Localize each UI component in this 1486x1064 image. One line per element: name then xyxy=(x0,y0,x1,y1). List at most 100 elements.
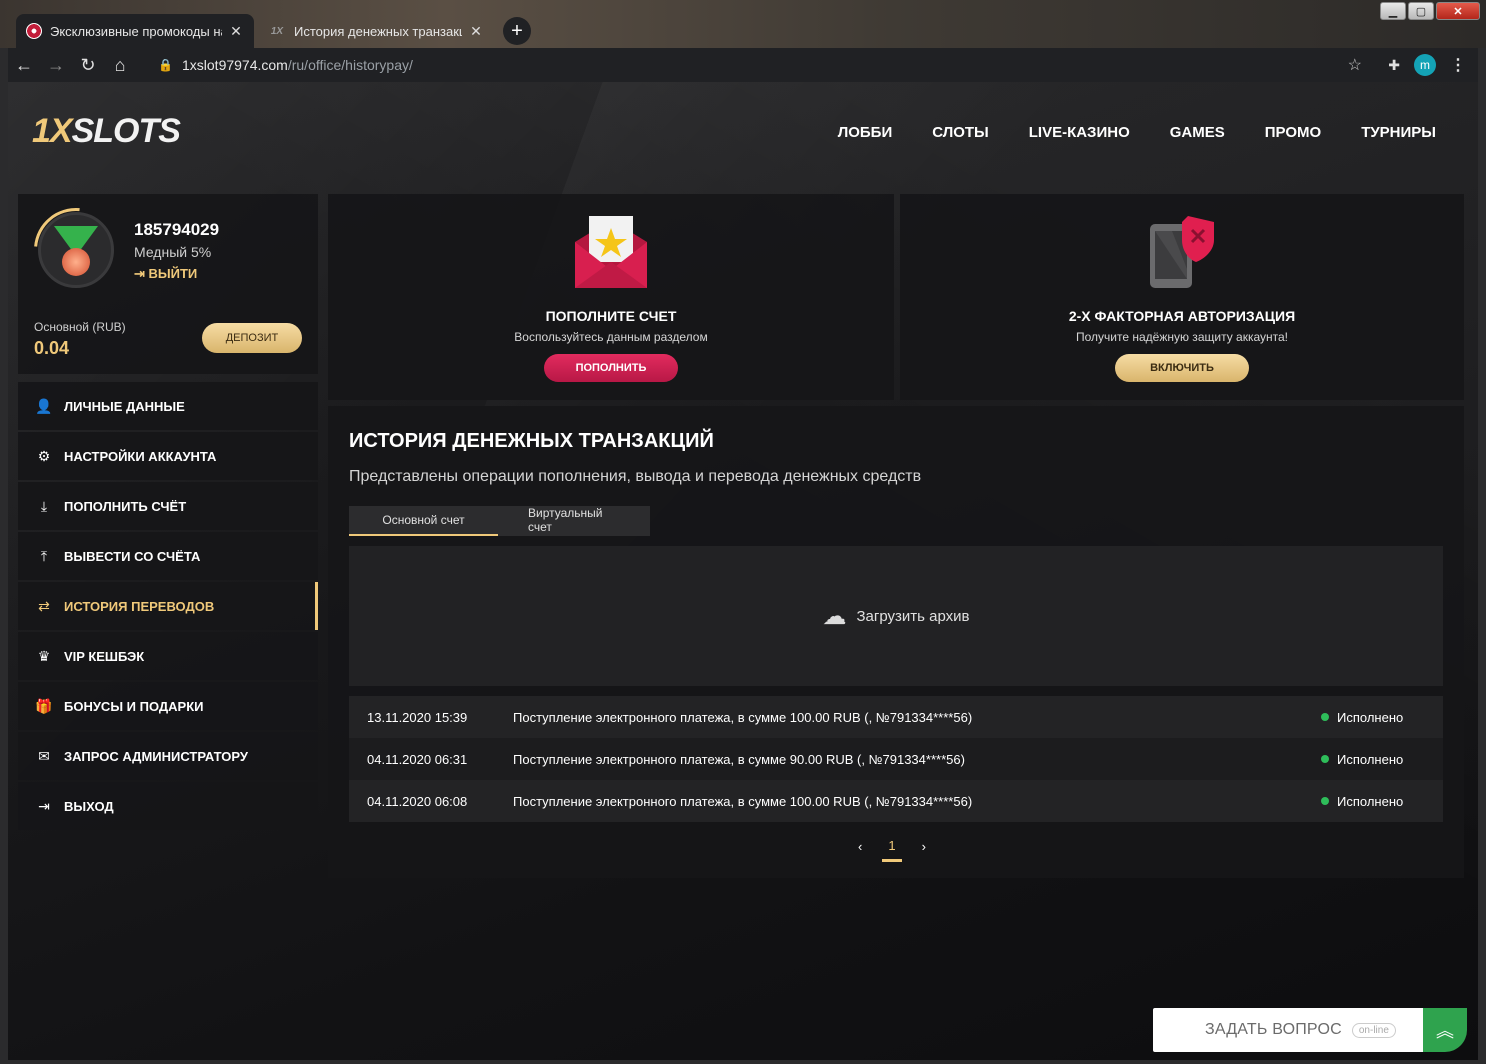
tab-main-account[interactable]: Основной счет xyxy=(349,506,498,536)
envelope-icon: ✉ xyxy=(38,747,50,764)
tab-transaction-history[interactable]: 1X История денежных транзакций ✕ xyxy=(258,14,494,48)
tx-status-label: Исполнено xyxy=(1337,793,1404,809)
table-row: 04.11.2020 06:31 Поступление электронног… xyxy=(349,738,1443,780)
chevron-right-icon[interactable]: › xyxy=(922,839,926,854)
site-header: 1XSLOTS ЛОББИ СЛОТЫ LIVE-КАЗИНО GAMES ПР… xyxy=(8,82,1478,182)
sidebar-item-exit[interactable]: ⇥ ВЫХОД xyxy=(18,782,318,830)
medal-coin xyxy=(62,248,90,276)
exchange-icon: ⇄ xyxy=(38,597,50,614)
sidebar-item-label: БОНУСЫ И ПОДАРКИ xyxy=(64,698,204,714)
main-nav: ЛОББИ СЛОТЫ LIVE-КАЗИНО GAMES ПРОМО ТУРН… xyxy=(838,124,1436,141)
table-row: 04.11.2020 06:08 Поступление электронног… xyxy=(349,780,1443,822)
nav-promo[interactable]: ПРОМО xyxy=(1265,124,1321,141)
reload-icon[interactable]: ↻ xyxy=(72,49,104,81)
profile-card: 185794029 Медный 5% ⇥ ВЫЙТИ Основной (RU… xyxy=(16,190,318,374)
tx-status: Исполнено xyxy=(1321,794,1443,809)
tx-description: Поступление электронного платежа, в сумм… xyxy=(513,793,973,809)
enable-2fa-button[interactable]: ВКЛЮЧИТЬ xyxy=(1115,354,1249,382)
sidebar-item-bonuses[interactable]: 🎁 БОНУСЫ И ПОДАРКИ xyxy=(18,682,318,730)
sidebar-item-vip-cashback[interactable]: ♛ VIP КЕШБЭК xyxy=(18,632,318,680)
download-archive-button[interactable]: ☁ Загрузить архив xyxy=(349,546,1443,686)
home-icon[interactable]: ⌂ xyxy=(104,49,136,81)
maximize-button[interactable]: ▢ xyxy=(1408,2,1434,20)
pagination: ‹ 1 › xyxy=(858,830,926,862)
site-logo[interactable]: 1XSLOTS xyxy=(32,112,181,151)
transactions-table: 13.11.2020 15:39 Поступление электронног… xyxy=(349,696,1443,822)
promo-2fa-title: 2-Х ФАКТОРНАЯ АВТОРИЗАЦИЯ xyxy=(1068,308,1296,324)
promo-2fa-subtitle: Получите надёжную защиту аккаунта! xyxy=(1075,330,1288,344)
table-row: 13.11.2020 15:39 Поступление электронног… xyxy=(349,696,1443,738)
page-title: ИСТОРИЯ ДЕНЕЖНЫХ ТРАНЗАКЦИЙ xyxy=(349,430,714,452)
close-icon[interactable]: ✕ xyxy=(468,23,484,40)
sidebar-item-label: ВЫВЕСТИ СО СЧЁТА xyxy=(64,548,201,564)
sidebar-item-label: НАСТРОЙКИ АККАУНТА xyxy=(64,448,217,464)
puzzle-icon[interactable]: ✚ xyxy=(1388,57,1400,74)
user-plus-icon: 👤 xyxy=(35,397,53,414)
tx-description: Поступление электронного платежа, в сумм… xyxy=(513,709,973,725)
status-dot-icon xyxy=(1321,755,1329,763)
balance-label: Основной (RUB) xyxy=(34,320,126,334)
tab-promocodes[interactable]: Эксклюзивные промокоды на ф ✕ xyxy=(16,14,254,48)
sidebar-item-label: ВЫХОД xyxy=(64,798,114,814)
casino-chip-icon xyxy=(26,23,42,39)
nav-lobby[interactable]: ЛОББИ xyxy=(838,124,893,141)
logo-text: SLOTS xyxy=(71,112,181,150)
profile-avatar[interactable]: m xyxy=(1414,54,1436,76)
nav-games[interactable]: GAMES xyxy=(1170,124,1225,141)
deposit-button[interactable]: ДЕПОЗИТ xyxy=(202,323,302,353)
lock-icon: 🔒 xyxy=(158,58,173,72)
page-number-current[interactable]: 1 xyxy=(882,838,902,862)
tx-status-label: Исполнено xyxy=(1337,751,1404,767)
crown-icon: ♛ xyxy=(37,647,51,664)
sidebar-item-transfer-history[interactable]: ⇄ ИСТОРИЯ ПЕРЕВОДОВ xyxy=(18,582,318,630)
promo-deposit-title: ПОПОЛНИТЕ СЧЕТ xyxy=(545,308,677,324)
close-icon[interactable]: ✕ xyxy=(228,23,244,40)
status-dot-icon xyxy=(1321,713,1329,721)
chevron-left-icon[interactable]: ‹ xyxy=(858,839,862,854)
nav-slots[interactable]: СЛОТЫ xyxy=(932,124,989,141)
arrow-left-icon[interactable]: ← xyxy=(8,49,40,81)
sidebar-item-deposit[interactable]: ⤓ ПОПОЛНИТЬ СЧЁТ xyxy=(18,482,318,530)
download-icon: ⤓ xyxy=(40,497,48,514)
logout-link[interactable]: ⇥ ВЫЙТИ xyxy=(134,266,197,282)
window-frame-left xyxy=(0,48,8,1064)
sidebar-item-label: ИСТОРИЯ ПЕРЕВОДОВ xyxy=(64,598,215,614)
star-icon[interactable]: ☆ xyxy=(1348,55,1362,75)
browser-toolbar: ← → ↻ ⌂ 🔒 1xslot97974.com/ru/office/hist… xyxy=(8,48,1478,82)
tx-date: 04.11.2020 06:08 xyxy=(367,793,468,809)
balance-value: 0.04 xyxy=(34,338,70,358)
sidebar-item-admin-request[interactable]: ✉ ЗАПРОС АДМИНИСТРАТОРУ xyxy=(18,732,318,780)
tx-status: Исполнено xyxy=(1321,752,1443,767)
online-badge: on-line xyxy=(1351,1022,1396,1038)
tab-title: Эксклюзивные промокоды на ф xyxy=(50,23,222,39)
minimize-button[interactable]: ▁ xyxy=(1380,2,1406,20)
ask-question-widget[interactable]: ЗАДАТЬ ВОПРОС on-line xyxy=(1153,1008,1423,1052)
user-level: Медный 5% xyxy=(134,244,212,260)
logo-mark: 1X xyxy=(32,112,73,150)
sidebar-item-personal-data[interactable]: 👤 ЛИЧНЫЕ ДАННЫЕ xyxy=(18,382,318,430)
sidebar-item-label: ЗАПРОС АДМИНИСТРАТОРУ xyxy=(64,748,248,764)
envelope-star-icon xyxy=(575,216,647,288)
top-up-button[interactable]: ПОПОЛНИТЬ xyxy=(544,354,678,382)
nav-tournaments[interactable]: ТУРНИРЫ xyxy=(1361,124,1436,141)
toolbar-actions: ✚ m ⋮ xyxy=(1388,48,1466,82)
sidebar-item-withdraw[interactable]: ⤒ ВЫВЕСТИ СО СЧЁТА xyxy=(18,532,318,580)
arrow-right-icon[interactable]: → xyxy=(40,49,72,81)
chevron-double-up-icon[interactable]: ︽ xyxy=(1423,1008,1467,1052)
window-frame-bottom xyxy=(0,1060,1486,1064)
url-host: 1xslot97974.com xyxy=(182,57,288,73)
site-logo-icon: 1X xyxy=(270,25,284,37)
upload-icon: ⤒ xyxy=(40,547,48,564)
window-close-button[interactable]: ✕ xyxy=(1436,2,1480,20)
new-tab-button[interactable]: + xyxy=(503,17,531,45)
gift-icon: 🎁 xyxy=(35,697,53,714)
nav-live-casino[interactable]: LIVE-КАЗИНО xyxy=(1029,124,1130,141)
account-tabs: Основной счет Виртуальный счет xyxy=(349,506,650,536)
sidebar-item-account-settings[interactable]: ⚙ НАСТРОЙКИ АККАУНТА xyxy=(18,432,318,480)
tab-virtual-account[interactable]: Виртуальный счет xyxy=(498,506,650,536)
tx-description: Поступление электронного платежа, в сумм… xyxy=(513,751,965,767)
address-bar[interactable]: 🔒 1xslot97974.com/ru/office/historypay/ … xyxy=(148,51,1378,79)
logout-label: ВЫЙТИ xyxy=(148,266,198,281)
more-vert-icon[interactable]: ⋮ xyxy=(1450,55,1466,75)
tab-title: История денежных транзакций xyxy=(294,23,462,39)
